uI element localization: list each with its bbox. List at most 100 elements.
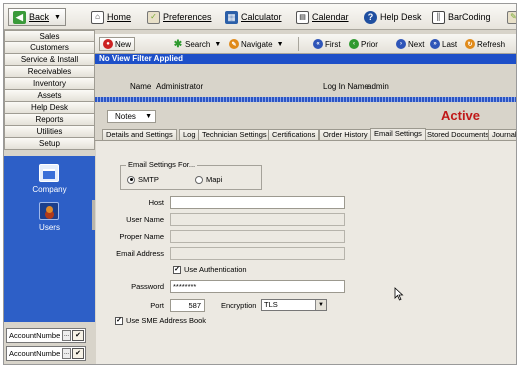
new-button[interactable]: ● New xyxy=(99,37,136,51)
back-label: Back xyxy=(29,12,50,22)
new-label: New xyxy=(115,39,132,49)
navigate-icon: ✎ xyxy=(229,39,239,49)
tab-order-history[interactable]: Order History xyxy=(319,129,372,140)
nav-item-sales[interactable]: Sales xyxy=(4,30,95,42)
users-link[interactable]: Users xyxy=(4,223,95,232)
prior-button[interactable]: ‹ Prior xyxy=(345,37,382,51)
nav-item-receivables[interactable]: Receivables xyxy=(4,66,95,78)
password-input[interactable]: ******** xyxy=(170,280,345,293)
help-desk-button[interactable]: ? Help Desk xyxy=(359,8,427,26)
last-button[interactable]: » Last xyxy=(426,37,461,51)
go-check-icon[interactable]: ✔ xyxy=(72,348,84,359)
search-icon: ✱ xyxy=(173,38,183,50)
panel-resize-handle[interactable] xyxy=(92,200,95,230)
go-check-icon[interactable]: ✔ xyxy=(72,330,84,341)
port-input[interactable]: 587 xyxy=(170,299,205,312)
mapi-radio[interactable]: Mapi xyxy=(195,175,222,184)
spacer xyxy=(95,64,516,73)
nav-item-help-desk[interactable]: Help Desk xyxy=(4,102,95,114)
use-sme-address-book-label: Use SME Address Book xyxy=(126,316,207,325)
encryption-label: Encryption xyxy=(221,301,257,310)
users-icon[interactable] xyxy=(39,202,59,220)
home-icon: ⌂ xyxy=(91,10,104,24)
calendar-label: Calendar xyxy=(312,12,349,22)
ellipsis-button[interactable]: ... xyxy=(62,348,71,359)
calendar-icon: ▤ xyxy=(296,10,309,24)
host-label: Host xyxy=(148,198,164,207)
host-input[interactable] xyxy=(170,196,345,209)
use-sme-address-book-checkbox[interactable]: ✓ Use SME Address Book xyxy=(115,316,206,325)
navigate-label: Navigate xyxy=(241,39,273,49)
username-label: User Name xyxy=(126,215,164,224)
use-authentication-checkbox[interactable]: ✓ Use Authentication xyxy=(173,265,247,274)
smtp-label: SMTP xyxy=(138,175,159,184)
search-button[interactable]: ✱ Search ▼ xyxy=(169,37,225,51)
back-button[interactable]: ◀ Back ▼ xyxy=(8,8,66,26)
nav-item-assets[interactable]: Assets xyxy=(4,90,95,102)
nav-item-customers[interactable]: Customers xyxy=(4,42,95,54)
tab-details-and-settings[interactable]: Details and Settings xyxy=(102,129,177,140)
nav-item-service-install[interactable]: Service & Install xyxy=(4,54,95,66)
username-input[interactable] xyxy=(170,213,345,226)
password-label: Password xyxy=(131,282,164,291)
tab-stored-documents[interactable]: Stored Documents xyxy=(423,129,494,140)
calculator-icon: ▦ xyxy=(225,10,238,24)
radio-selected-indicator xyxy=(127,175,135,184)
notes-dropdown[interactable]: Notes ▼ xyxy=(107,110,156,123)
company-link[interactable]: Company xyxy=(4,185,95,194)
encryption-select[interactable]: TLS ▼ xyxy=(261,299,327,311)
company-icon[interactable] xyxy=(39,164,59,182)
tool-icon: ✎ xyxy=(507,10,516,24)
first-button[interactable]: « First xyxy=(309,37,345,51)
filter-status-bar: No View Filter Applied xyxy=(95,54,516,64)
prior-label: Prior xyxy=(361,39,378,49)
barcoding-button[interactable]: ║ BarCoding xyxy=(427,8,496,26)
nav-item-utilities[interactable]: Utilities xyxy=(4,126,95,138)
tab-email-settings[interactable]: Email Settings xyxy=(370,128,426,140)
next-label: Next xyxy=(408,39,425,49)
tab-log[interactable]: Log xyxy=(179,129,200,140)
account-number-field-1[interactable]: AccountNumbe ... ✔ xyxy=(6,328,86,343)
left-nav: Sales Customers Service & Install Receiv… xyxy=(4,30,95,364)
email-settings-group-title: Email Settings For... xyxy=(126,160,198,169)
calculator-button[interactable]: ▦ Calculator xyxy=(220,8,287,26)
mouse-pointer-icon xyxy=(394,287,404,301)
tab-journal[interactable]: Journal xyxy=(488,129,516,140)
next-button[interactable]: › Next xyxy=(392,37,428,51)
radio-indicator xyxy=(195,175,203,184)
tab-strip: Details and Settings Log Technician Sett… xyxy=(102,128,516,140)
preferences-button[interactable]: ✓ Preferences xyxy=(142,8,217,26)
chevron-down-icon: ▼ xyxy=(315,300,326,310)
refresh-icon: ↻ xyxy=(465,39,475,49)
record-header: Name Administrator Log In Name admin xyxy=(95,73,516,97)
nav-item-reports[interactable]: Reports xyxy=(4,114,95,126)
email-address-input[interactable] xyxy=(170,247,345,260)
account-number-field-2[interactable]: AccountNumbe ... ✔ xyxy=(6,346,86,361)
smtp-radio[interactable]: SMTP xyxy=(127,175,159,184)
setup-panel: Company Users xyxy=(4,156,95,322)
name-value: Administrator xyxy=(156,82,204,91)
navigate-button[interactable]: ✎ Navigate ▼ xyxy=(225,37,288,51)
refresh-button[interactable]: ↻ Refresh xyxy=(461,37,509,51)
nav-item-inventory[interactable]: Inventory xyxy=(4,78,95,90)
prior-icon: ‹ xyxy=(349,39,359,49)
name-label: Name xyxy=(130,82,152,91)
ellipsis-button[interactable]: ... xyxy=(62,330,71,341)
splitter-bar[interactable] xyxy=(95,97,516,102)
home-button[interactable]: ⌂ Home xyxy=(86,8,136,26)
nav-item-setup[interactable]: Setup xyxy=(4,138,95,150)
first-label: First xyxy=(325,39,341,49)
proper-name-input[interactable] xyxy=(170,230,345,243)
back-arrow-icon: ◀ xyxy=(13,10,26,24)
tab-certifications[interactable]: Certifications xyxy=(268,129,320,140)
tab-technician-settings[interactable]: Technician Settings xyxy=(198,129,271,140)
barcoding-label: BarCoding xyxy=(448,12,491,22)
last-icon: » xyxy=(430,39,440,49)
notes-label: Notes xyxy=(115,112,136,121)
login-name-value: admin xyxy=(367,82,389,91)
calendar-button[interactable]: ▤ Calendar xyxy=(291,8,354,26)
login-name-label: Log In Name xyxy=(323,82,369,91)
tab-baseline xyxy=(95,140,516,141)
toolbar-divider xyxy=(298,37,299,51)
overflow-button[interactable]: ✎ xyxy=(502,8,516,26)
